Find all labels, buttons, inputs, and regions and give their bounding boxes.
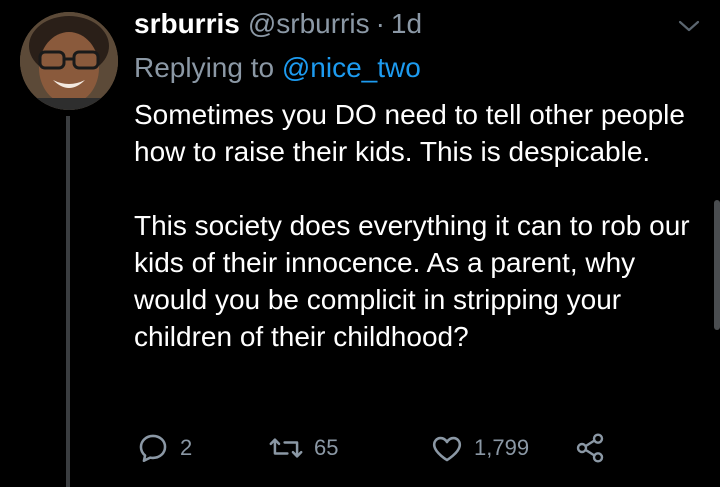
scrollbar[interactable] (714, 200, 720, 330)
replying-to: Replying to @nice_two (134, 52, 421, 84)
heart-icon (432, 436, 462, 462)
retweet-count: 65 (314, 435, 339, 460)
user-handle[interactable]: @srburris (248, 8, 370, 40)
reply-count: 2 (180, 435, 193, 460)
tweet: srburris @srburris · 1d Replying to @nic… (0, 0, 720, 487)
tweet-paragraph: Sometimes you DO need to tell other peop… (134, 99, 685, 167)
avatar-image (20, 12, 118, 110)
action-bar: 2 65 1,799 (134, 428, 614, 468)
tweet-body: Sometimes you DO need to tell other peop… (134, 96, 694, 355)
retweet-icon (269, 438, 303, 458)
replying-mention[interactable]: @nice_two (282, 52, 421, 83)
share-icon (576, 433, 604, 463)
display-name[interactable]: srburris (134, 8, 240, 40)
reply-button[interactable]: 2 (136, 428, 192, 468)
timestamp[interactable]: 1d (391, 8, 422, 40)
reply-icon (139, 434, 167, 463)
like-button[interactable]: 1,799 (430, 428, 529, 468)
tweet-header: srburris @srburris · 1d (134, 8, 422, 48)
tweet-paragraph: This society does everything it can to r… (134, 210, 690, 352)
separator-dot: · (375, 8, 385, 39)
retweet-button[interactable]: 65 (268, 428, 338, 468)
like-count: 1,799 (474, 435, 530, 460)
replying-prefix: Replying to (134, 52, 275, 83)
avatar[interactable] (20, 12, 118, 110)
chevron-down-icon[interactable] (674, 14, 704, 38)
share-button[interactable] (574, 428, 606, 468)
thread-line (66, 116, 70, 487)
